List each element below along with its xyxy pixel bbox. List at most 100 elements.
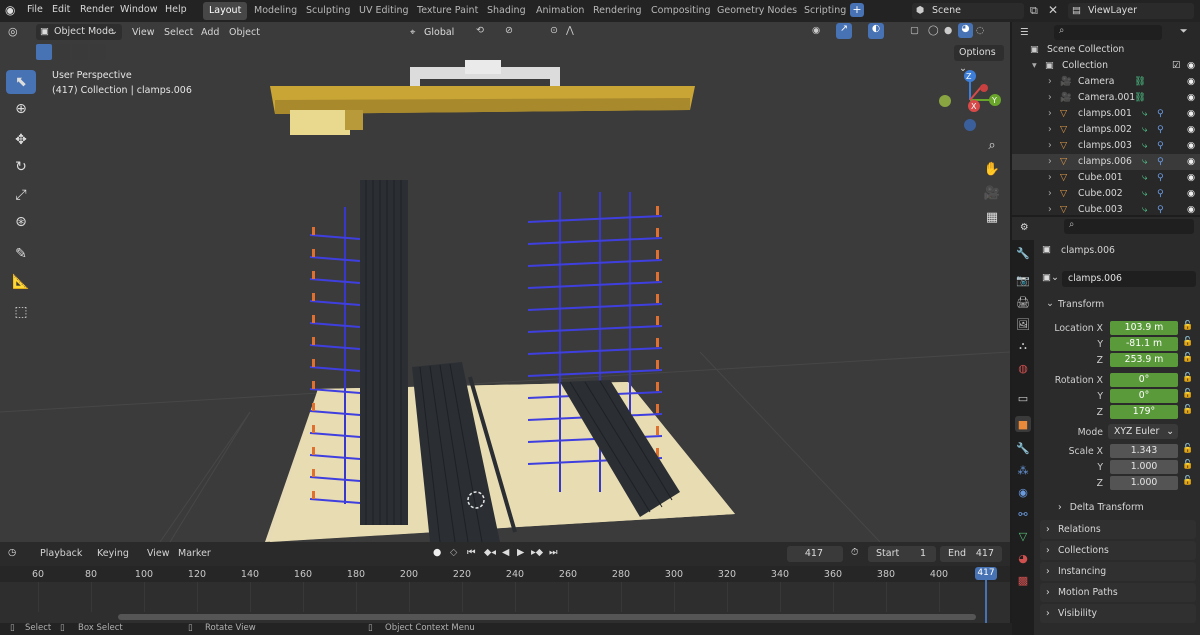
timeline-menu-keying[interactable]: Keying — [97, 548, 129, 559]
start-frame-field[interactable]: Start 1 — [868, 546, 936, 562]
modifier-icon[interactable]: ⤷ — [1142, 202, 1147, 218]
eye-icon[interactable]: ◉ — [1187, 154, 1195, 170]
gizmo-toggle-icon[interactable]: ↗ — [836, 23, 852, 39]
gizmo-y-label[interactable]: Y — [992, 96, 997, 105]
modifier-icon[interactable]: ⤷ — [1142, 154, 1147, 170]
delta-transform-subpanel[interactable]: › Delta Transform — [1058, 502, 1144, 513]
eye-icon[interactable]: ◉ — [1187, 58, 1195, 74]
modifier-icon[interactable]: ⤷ — [1142, 186, 1147, 202]
end-frame-field[interactable]: End 417 — [940, 546, 1002, 562]
motion-paths-panel[interactable]: › Motion Paths — [1040, 583, 1196, 602]
add-workspace-icon[interactable]: + — [850, 3, 864, 17]
tab-modeling[interactable]: Modeling — [248, 2, 303, 20]
jump-key-forward-icon[interactable]: ▸◆ — [531, 547, 543, 558]
lock-icon[interactable]: 🔓 — [1182, 476, 1193, 486]
wrench-icon[interactable]: ⚲ — [1157, 170, 1164, 186]
object-tab-icon[interactable]: ■ — [1015, 416, 1031, 432]
tab-scripting[interactable]: Scripting — [798, 2, 852, 20]
timeline-scrollbar[interactable] — [118, 614, 976, 620]
menu-edit[interactable]: Edit — [52, 4, 70, 15]
outliner-item[interactable]: › ▽ clamps.001 ⤷ ⚲ ◉ — [1012, 106, 1200, 122]
modifier-icon[interactable]: ⤷ — [1142, 106, 1147, 122]
scene-tab-icon[interactable]: ⛬ — [1015, 338, 1031, 354]
wrench-icon[interactable]: ⚲ — [1157, 106, 1164, 122]
tab-shading[interactable]: Shading — [481, 2, 532, 20]
particles-tab-icon[interactable]: ⁂ — [1015, 462, 1031, 478]
texture-tab-icon[interactable]: ▩ — [1015, 572, 1031, 588]
select-invert-icon[interactable] — [90, 44, 106, 60]
timeline-area[interactable]: 60 80 100 120 140 160 180 200 220 240 260 280 300 320… — [0, 566, 1010, 623]
lock-icon[interactable]: 🔓 — [1182, 353, 1193, 363]
zoom-icon[interactable]: ⌕ — [981, 134, 1003, 156]
eye-icon[interactable]: ◉ — [1187, 186, 1195, 202]
modifier-icon[interactable]: ⤷ — [1142, 170, 1147, 186]
tab-animation[interactable]: Animation — [530, 2, 590, 20]
location-z-field[interactable]: 253.9 m — [1110, 353, 1178, 367]
menu-help[interactable]: Help — [165, 4, 187, 15]
rotation-mode-dropdown[interactable]: XYZ Euler ⌄ — [1108, 424, 1178, 439]
expand-arrow-icon[interactable]: › — [1048, 186, 1052, 202]
timeline-playhead[interactable]: 417 — [975, 567, 997, 580]
expand-arrow-icon[interactable]: › — [1048, 74, 1052, 90]
wrench-icon[interactable]: ⚲ — [1157, 186, 1164, 202]
outliner-collection[interactable]: ▾ ▣ Collection ☑ ◉ — [1012, 58, 1200, 74]
menu-file[interactable]: File — [27, 4, 43, 15]
wrench-icon[interactable]: ⚲ — [1157, 122, 1164, 138]
outliner-item[interactable]: › 🎥 Camera.001 ⛓ ◉ — [1012, 90, 1200, 106]
outliner-scene-collection[interactable]: ▣ Scene Collection — [1012, 42, 1200, 58]
relations-panel[interactable]: › Relations — [1040, 520, 1196, 539]
tool-select-box[interactable]: ⬉ — [6, 70, 36, 94]
output-tab-icon[interactable]: 🖨 — [1015, 294, 1031, 310]
expand-arrow-icon[interactable]: › — [1048, 170, 1052, 186]
select-extend-icon[interactable] — [54, 44, 70, 60]
tool-move[interactable]: ✥ — [6, 128, 36, 152]
filter-icon[interactable]: ⏷ — [1180, 26, 1188, 37]
outliner-item[interactable]: › ▽ Cube.003 ⤷ ⚲ ◉ — [1012, 202, 1200, 218]
tool-add-cube[interactable]: ⬚ — [6, 300, 36, 324]
blender-logo-icon[interactable]: ◉ — [5, 3, 15, 17]
modifier-icon[interactable]: ⤷ — [1142, 122, 1147, 138]
shading-wireframe-icon[interactable]: ◯ — [928, 25, 939, 36]
menu-render[interactable]: Render — [80, 4, 114, 15]
pivot-icon[interactable]: ⟲ — [476, 25, 484, 36]
tab-layout[interactable]: Layout — [203, 2, 248, 20]
pan-hand-icon[interactable]: ✋ — [981, 158, 1003, 180]
viewport-menu-object[interactable]: Object — [229, 25, 260, 40]
shading-solid-icon[interactable]: ● — [944, 25, 952, 36]
camera-view-icon[interactable]: 🎥 — [981, 182, 1003, 204]
shading-rendered-icon[interactable]: ◌ — [976, 25, 984, 36]
eye-icon[interactable]: ◉ — [1187, 170, 1195, 186]
viewport-menu-add[interactable]: Add — [201, 25, 219, 40]
lock-icon[interactable]: 🔓 — [1182, 460, 1193, 470]
editor-type-icon[interactable]: ◎ — [8, 25, 18, 38]
view-layer-selector[interactable]: ▤ ViewLayer — [1068, 3, 1194, 19]
camera-data-icon[interactable]: ⛓ — [1134, 90, 1146, 106]
scale-y-field[interactable]: 1.000 — [1110, 460, 1178, 474]
eye-icon[interactable]: ◉ — [1187, 74, 1195, 90]
eye-icon[interactable]: ◉ — [1187, 122, 1195, 138]
wrench-icon[interactable]: ⚲ — [1157, 154, 1164, 170]
jump-end-icon[interactable]: ⏭ — [549, 547, 558, 558]
scale-x-field[interactable]: 1.343 — [1110, 444, 1178, 458]
object-name-field[interactable]: clamps.006 — [1062, 271, 1196, 287]
clock-icon[interactable]: ⏱ — [851, 547, 858, 558]
shading-material-icon[interactable]: ◕ — [958, 23, 973, 38]
perspective-grid-icon[interactable]: ▦ — [981, 206, 1003, 228]
outliner-item[interactable]: › ▽ clamps.002 ⤷ ⚲ ◉ — [1012, 122, 1200, 138]
object-datablock-icon[interactable]: ▣⌄ — [1042, 272, 1059, 283]
lock-icon[interactable]: 🔓 — [1182, 389, 1193, 399]
new-scene-icon[interactable]: ⧉ — [1030, 4, 1038, 18]
physics-tab-icon[interactable]: ◉ — [1015, 484, 1031, 500]
play-reverse-icon[interactable]: ◀ — [502, 547, 509, 558]
record-icon[interactable]: ● — [433, 547, 441, 558]
rotation-y-field[interactable]: 0° — [1110, 389, 1178, 403]
render-tab-icon[interactable]: 📷 — [1015, 272, 1031, 288]
eye-icon[interactable]: ◉ — [1187, 90, 1195, 106]
3d-viewport[interactable] — [0, 22, 1010, 542]
outliner-item[interactable]: › ▽ Cube.001 ⤷ ⚲ ◉ — [1012, 170, 1200, 186]
viewport-menu-view[interactable]: View — [132, 25, 155, 40]
expand-arrow-icon[interactable]: › — [1048, 90, 1052, 106]
scale-z-field[interactable]: 1.000 — [1110, 476, 1178, 490]
eye-icon[interactable]: ◉ — [1187, 202, 1195, 218]
tab-sculpting[interactable]: Sculpting — [300, 2, 356, 20]
